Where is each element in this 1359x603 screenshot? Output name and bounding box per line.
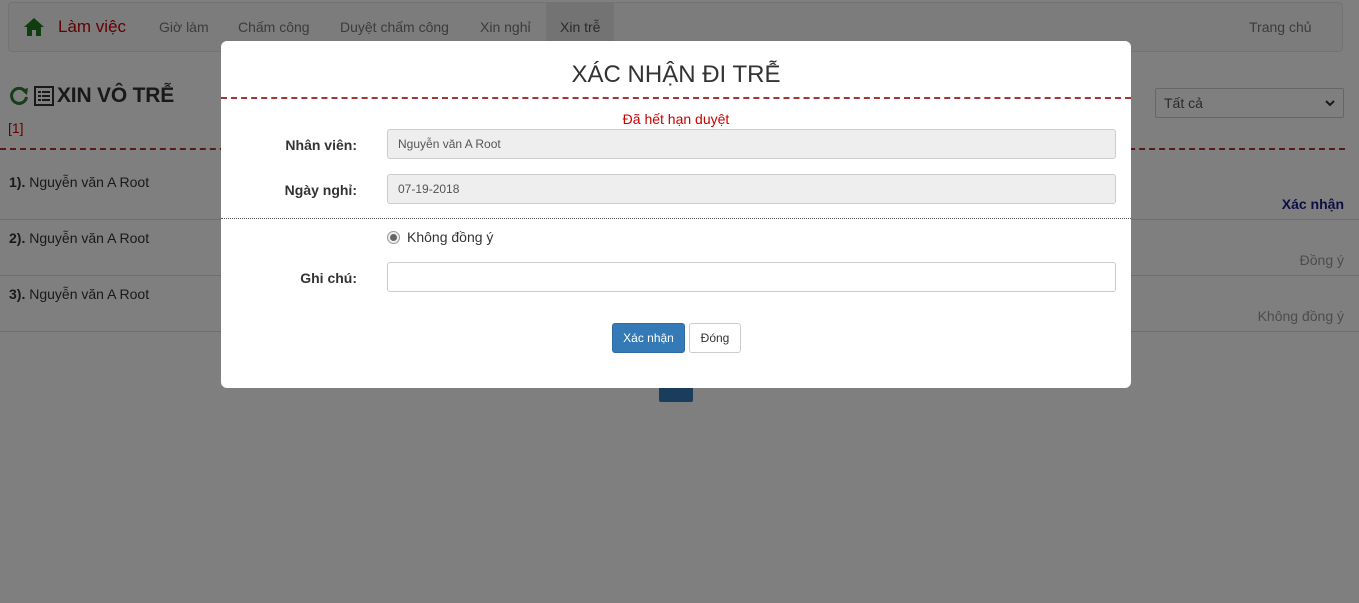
confirm-late-modal: XÁC NHẬN ĐI TRỄ Đã hết hạn duyệt Nhân vi… xyxy=(221,41,1131,388)
date-value: 07-19-2018 xyxy=(398,182,460,196)
disagree-radio-label: Không đồng ý xyxy=(407,229,494,245)
confirm-button[interactable]: Xác nhận xyxy=(612,323,685,353)
employee-label: Nhân viên: xyxy=(285,137,357,153)
close-button[interactable]: Đóng xyxy=(689,323,741,353)
disagree-radio-option[interactable]: Không đồng ý xyxy=(387,229,493,245)
modal-title-divider xyxy=(221,97,1131,99)
employee-value: Nguyễn văn A Root xyxy=(398,137,501,151)
note-input[interactable] xyxy=(387,262,1116,292)
date-label: Ngày nghỉ: xyxy=(284,182,357,198)
expired-notice: Đã hết hạn duyệt xyxy=(622,111,730,127)
employee-field: Nguyễn văn A Root xyxy=(387,129,1116,159)
modal-title: XÁC NHẬN ĐI TRỄ xyxy=(571,61,781,88)
form-divider xyxy=(221,218,1131,219)
note-label: Ghi chú: xyxy=(300,270,357,286)
date-field: 07-19-2018 xyxy=(387,174,1116,204)
disagree-radio[interactable] xyxy=(387,230,400,244)
